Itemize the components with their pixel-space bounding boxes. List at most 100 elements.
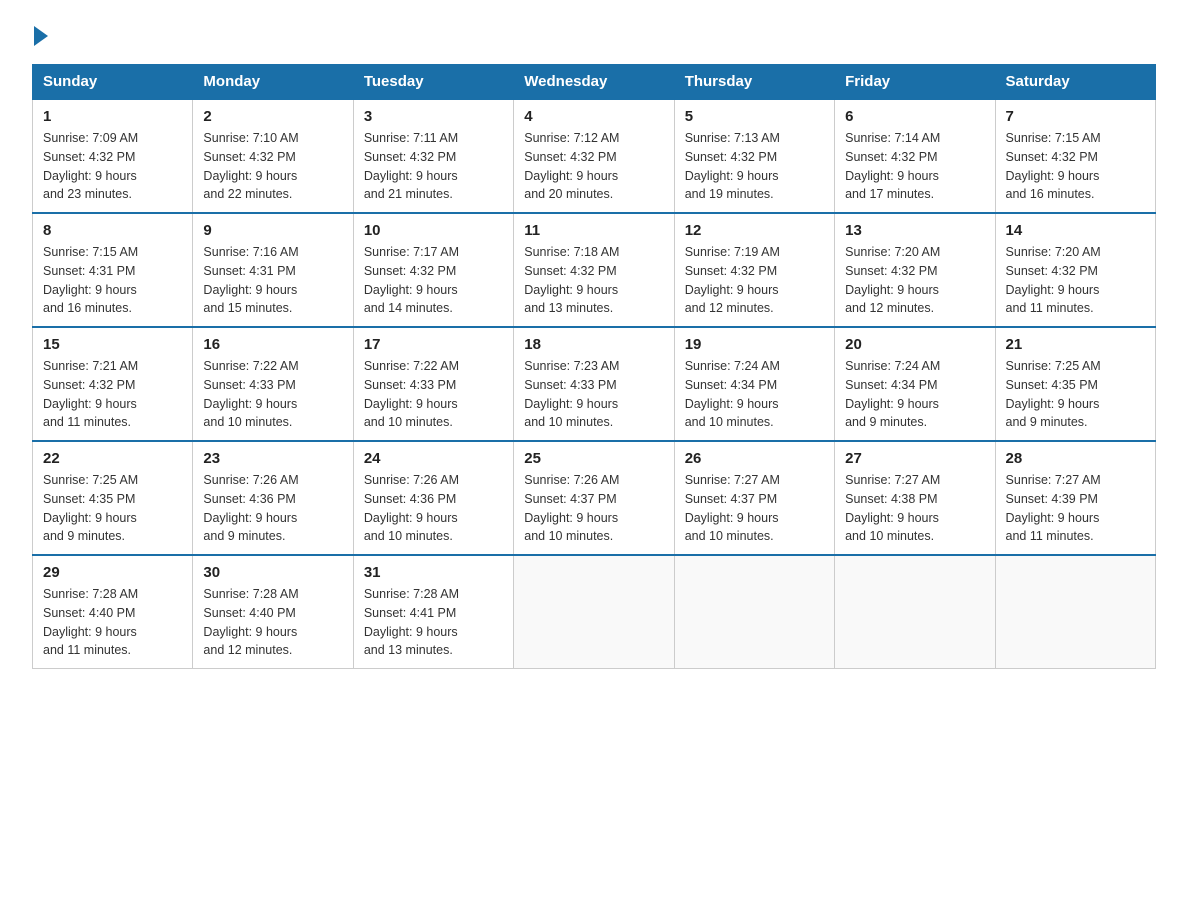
sun-info: Sunrise: 7:27 AMSunset: 4:37 PMDaylight:…: [685, 473, 780, 543]
calendar-cell: [835, 555, 995, 669]
week-row-5: 29 Sunrise: 7:28 AMSunset: 4:40 PMDaylig…: [33, 555, 1156, 669]
sun-info: Sunrise: 7:26 AMSunset: 4:36 PMDaylight:…: [364, 473, 459, 543]
sun-info: Sunrise: 7:28 AMSunset: 4:40 PMDaylight:…: [203, 587, 298, 657]
calendar-cell: 14 Sunrise: 7:20 AMSunset: 4:32 PMDaylig…: [995, 213, 1155, 327]
day-number: 19: [685, 336, 824, 353]
week-row-4: 22 Sunrise: 7:25 AMSunset: 4:35 PMDaylig…: [33, 441, 1156, 555]
day-number: 8: [43, 222, 182, 239]
day-number: 5: [685, 108, 824, 125]
sun-info: Sunrise: 7:09 AMSunset: 4:32 PMDaylight:…: [43, 131, 138, 201]
day-number: 7: [1006, 108, 1145, 125]
calendar-cell: 23 Sunrise: 7:26 AMSunset: 4:36 PMDaylig…: [193, 441, 353, 555]
calendar-cell: 18 Sunrise: 7:23 AMSunset: 4:33 PMDaylig…: [514, 327, 674, 441]
sun-info: Sunrise: 7:27 AMSunset: 4:38 PMDaylight:…: [845, 473, 940, 543]
sun-info: Sunrise: 7:26 AMSunset: 4:37 PMDaylight:…: [524, 473, 619, 543]
sun-info: Sunrise: 7:20 AMSunset: 4:32 PMDaylight:…: [845, 245, 940, 315]
calendar-cell: [674, 555, 834, 669]
day-number: 10: [364, 222, 503, 239]
calendar-cell: 7 Sunrise: 7:15 AMSunset: 4:32 PMDayligh…: [995, 99, 1155, 213]
day-number: 21: [1006, 336, 1145, 353]
sun-info: Sunrise: 7:22 AMSunset: 4:33 PMDaylight:…: [203, 359, 298, 429]
week-row-2: 8 Sunrise: 7:15 AMSunset: 4:31 PMDayligh…: [33, 213, 1156, 327]
sun-info: Sunrise: 7:15 AMSunset: 4:32 PMDaylight:…: [1006, 131, 1101, 201]
calendar-cell: 15 Sunrise: 7:21 AMSunset: 4:32 PMDaylig…: [33, 327, 193, 441]
calendar-cell: 11 Sunrise: 7:18 AMSunset: 4:32 PMDaylig…: [514, 213, 674, 327]
calendar-cell: 27 Sunrise: 7:27 AMSunset: 4:38 PMDaylig…: [835, 441, 995, 555]
sun-info: Sunrise: 7:28 AMSunset: 4:41 PMDaylight:…: [364, 587, 459, 657]
calendar-cell: 13 Sunrise: 7:20 AMSunset: 4:32 PMDaylig…: [835, 213, 995, 327]
calendar-cell: 5 Sunrise: 7:13 AMSunset: 4:32 PMDayligh…: [674, 99, 834, 213]
day-number: 29: [43, 564, 182, 581]
sun-info: Sunrise: 7:21 AMSunset: 4:32 PMDaylight:…: [43, 359, 138, 429]
calendar-cell: 30 Sunrise: 7:28 AMSunset: 4:40 PMDaylig…: [193, 555, 353, 669]
day-number: 14: [1006, 222, 1145, 239]
sun-info: Sunrise: 7:25 AMSunset: 4:35 PMDaylight:…: [43, 473, 138, 543]
calendar-cell: 28 Sunrise: 7:27 AMSunset: 4:39 PMDaylig…: [995, 441, 1155, 555]
calendar-cell: 2 Sunrise: 7:10 AMSunset: 4:32 PMDayligh…: [193, 99, 353, 213]
day-header-sunday: Sunday: [33, 65, 193, 100]
calendar-cell: [995, 555, 1155, 669]
day-header-thursday: Thursday: [674, 65, 834, 100]
day-number: 26: [685, 450, 824, 467]
calendar-cell: 8 Sunrise: 7:15 AMSunset: 4:31 PMDayligh…: [33, 213, 193, 327]
calendar-cell: 24 Sunrise: 7:26 AMSunset: 4:36 PMDaylig…: [353, 441, 513, 555]
calendar-cell: 19 Sunrise: 7:24 AMSunset: 4:34 PMDaylig…: [674, 327, 834, 441]
day-header-tuesday: Tuesday: [353, 65, 513, 100]
logo: [32, 24, 48, 46]
day-number: 12: [685, 222, 824, 239]
day-number: 16: [203, 336, 342, 353]
calendar-cell: 26 Sunrise: 7:27 AMSunset: 4:37 PMDaylig…: [674, 441, 834, 555]
sun-info: Sunrise: 7:24 AMSunset: 4:34 PMDaylight:…: [845, 359, 940, 429]
day-number: 31: [364, 564, 503, 581]
calendar-cell: 1 Sunrise: 7:09 AMSunset: 4:32 PMDayligh…: [33, 99, 193, 213]
sun-info: Sunrise: 7:12 AMSunset: 4:32 PMDaylight:…: [524, 131, 619, 201]
day-number: 25: [524, 450, 663, 467]
sun-info: Sunrise: 7:24 AMSunset: 4:34 PMDaylight:…: [685, 359, 780, 429]
sun-info: Sunrise: 7:11 AMSunset: 4:32 PMDaylight:…: [364, 131, 458, 201]
calendar-table: SundayMondayTuesdayWednesdayThursdayFrid…: [32, 64, 1156, 669]
sun-info: Sunrise: 7:22 AMSunset: 4:33 PMDaylight:…: [364, 359, 459, 429]
calendar-header-row: SundayMondayTuesdayWednesdayThursdayFrid…: [33, 65, 1156, 100]
sun-info: Sunrise: 7:17 AMSunset: 4:32 PMDaylight:…: [364, 245, 459, 315]
sun-info: Sunrise: 7:28 AMSunset: 4:40 PMDaylight:…: [43, 587, 138, 657]
day-number: 27: [845, 450, 984, 467]
day-number: 15: [43, 336, 182, 353]
sun-info: Sunrise: 7:18 AMSunset: 4:32 PMDaylight:…: [524, 245, 619, 315]
day-number: 1: [43, 108, 182, 125]
day-number: 20: [845, 336, 984, 353]
day-number: 3: [364, 108, 503, 125]
sun-info: Sunrise: 7:14 AMSunset: 4:32 PMDaylight:…: [845, 131, 940, 201]
calendar-cell: 25 Sunrise: 7:26 AMSunset: 4:37 PMDaylig…: [514, 441, 674, 555]
calendar-cell: 16 Sunrise: 7:22 AMSunset: 4:33 PMDaylig…: [193, 327, 353, 441]
day-header-wednesday: Wednesday: [514, 65, 674, 100]
sun-info: Sunrise: 7:16 AMSunset: 4:31 PMDaylight:…: [203, 245, 298, 315]
day-header-saturday: Saturday: [995, 65, 1155, 100]
sun-info: Sunrise: 7:20 AMSunset: 4:32 PMDaylight:…: [1006, 245, 1101, 315]
sun-info: Sunrise: 7:23 AMSunset: 4:33 PMDaylight:…: [524, 359, 619, 429]
calendar-cell: 12 Sunrise: 7:19 AMSunset: 4:32 PMDaylig…: [674, 213, 834, 327]
calendar-cell: 20 Sunrise: 7:24 AMSunset: 4:34 PMDaylig…: [835, 327, 995, 441]
sun-info: Sunrise: 7:19 AMSunset: 4:32 PMDaylight:…: [685, 245, 780, 315]
calendar-cell: 6 Sunrise: 7:14 AMSunset: 4:32 PMDayligh…: [835, 99, 995, 213]
logo-arrow-icon: [34, 26, 48, 46]
week-row-1: 1 Sunrise: 7:09 AMSunset: 4:32 PMDayligh…: [33, 99, 1156, 213]
calendar-cell: 10 Sunrise: 7:17 AMSunset: 4:32 PMDaylig…: [353, 213, 513, 327]
calendar-cell: 29 Sunrise: 7:28 AMSunset: 4:40 PMDaylig…: [33, 555, 193, 669]
day-number: 18: [524, 336, 663, 353]
day-number: 24: [364, 450, 503, 467]
day-number: 13: [845, 222, 984, 239]
day-header-friday: Friday: [835, 65, 995, 100]
sun-info: Sunrise: 7:27 AMSunset: 4:39 PMDaylight:…: [1006, 473, 1101, 543]
calendar-cell: 4 Sunrise: 7:12 AMSunset: 4:32 PMDayligh…: [514, 99, 674, 213]
calendar-cell: 22 Sunrise: 7:25 AMSunset: 4:35 PMDaylig…: [33, 441, 193, 555]
day-number: 28: [1006, 450, 1145, 467]
day-number: 22: [43, 450, 182, 467]
sun-info: Sunrise: 7:15 AMSunset: 4:31 PMDaylight:…: [43, 245, 138, 315]
day-header-monday: Monday: [193, 65, 353, 100]
day-number: 6: [845, 108, 984, 125]
day-number: 23: [203, 450, 342, 467]
day-number: 11: [524, 222, 663, 239]
sun-info: Sunrise: 7:25 AMSunset: 4:35 PMDaylight:…: [1006, 359, 1101, 429]
page-header: [32, 24, 1156, 46]
calendar-cell: 31 Sunrise: 7:28 AMSunset: 4:41 PMDaylig…: [353, 555, 513, 669]
